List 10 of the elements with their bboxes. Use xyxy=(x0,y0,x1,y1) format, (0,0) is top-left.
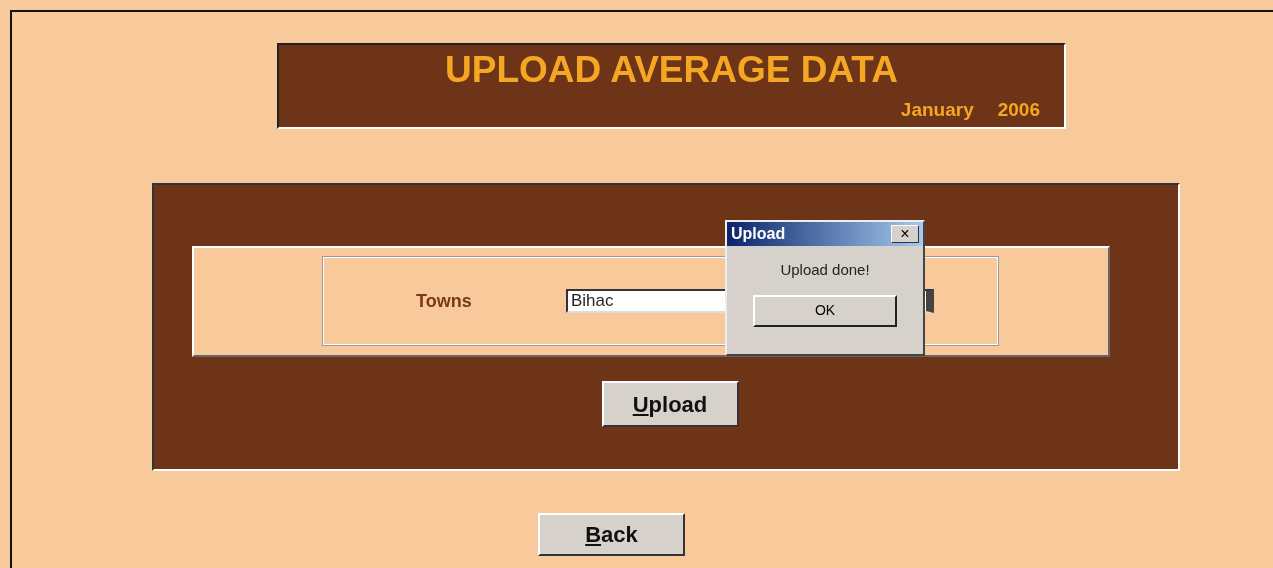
year-label: 2006 xyxy=(997,98,1040,122)
dialog-title: Upload xyxy=(731,224,786,244)
dialog-message: Upload done! xyxy=(779,260,871,280)
month-label: January xyxy=(900,98,974,122)
close-button[interactable]: × xyxy=(891,225,919,243)
ok-button[interactable]: OK xyxy=(753,294,897,327)
back-button[interactable]: Back xyxy=(538,513,685,556)
towns-label: Towns xyxy=(416,289,473,313)
upload-button[interactable]: Upload xyxy=(601,381,739,427)
page-title: UPLOAD AVERAGE DATA xyxy=(444,48,899,88)
